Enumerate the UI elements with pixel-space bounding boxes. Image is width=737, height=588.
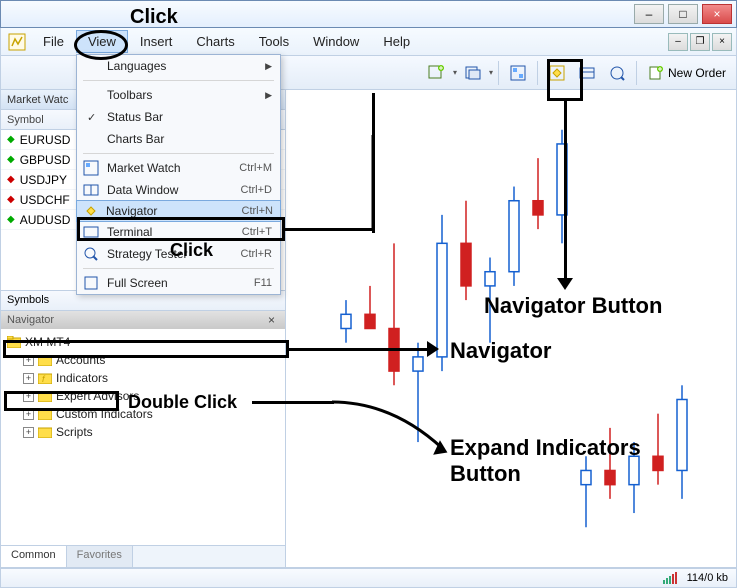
up-arrow-icon: ◆	[7, 134, 15, 145]
new-order-label: New Order	[668, 66, 726, 80]
menu-window[interactable]: Window	[301, 30, 371, 53]
navigator-accounts[interactable]: + Accounts	[3, 351, 283, 369]
down-arrow-icon: ◆	[7, 194, 15, 205]
navigator-tab-common[interactable]: Common	[1, 545, 67, 567]
navigator-root[interactable]: XM MT4	[3, 333, 283, 351]
toolbar-navigator-button[interactable]	[543, 60, 571, 86]
menu-status-bar[interactable]: ✓ Status Bar	[77, 106, 280, 128]
menu-help[interactable]: Help	[371, 30, 422, 53]
fullscreen-icon	[82, 274, 100, 292]
navigator-tab-favorites[interactable]: Favorites	[67, 546, 133, 567]
strategy-icon	[82, 245, 100, 263]
up-arrow-icon: ◆	[7, 214, 15, 225]
data-window-icon	[82, 181, 100, 199]
up-arrow-icon: ◆	[7, 154, 15, 165]
navigator-scripts[interactable]: + Scripts	[3, 423, 283, 441]
toolbar-new-order-button[interactable]: New Order	[642, 60, 732, 86]
market-watch-icon	[82, 159, 100, 177]
mt4-app-icon	[7, 32, 27, 52]
menu-toolbars[interactable]: Toolbars▶	[77, 84, 280, 106]
toolbar-market-watch-button[interactable]	[504, 60, 532, 86]
toolbar-profiles-button[interactable]	[459, 60, 487, 86]
menu-full-screen[interactable]: Full ScreenF11	[77, 272, 280, 294]
menu-terminal[interactable]: TerminalCtrl+T	[77, 221, 280, 243]
status-bar: 114/0 kb	[0, 568, 737, 588]
menu-data-window[interactable]: Data WindowCtrl+D	[77, 179, 280, 201]
navigator-indicators[interactable]: + f Indicators	[3, 369, 283, 387]
check-icon: ✓	[87, 111, 96, 124]
window-minimize-button[interactable]: –	[634, 4, 664, 24]
expand-icon[interactable]: +	[23, 391, 34, 402]
menu-charts-bar[interactable]: Charts Bar	[77, 128, 280, 150]
menu-file[interactable]: File	[31, 30, 76, 53]
menu-navigator[interactable]: NavigatorCtrl+N	[76, 200, 281, 222]
navigator-expert-advisors[interactable]: + Expert Advisors	[3, 387, 283, 405]
menu-strategy-tester[interactable]: Strategy TesterCtrl+R	[77, 243, 280, 265]
menu-tools[interactable]: Tools	[247, 30, 301, 53]
doc-restore-button[interactable]: ❐	[690, 33, 710, 51]
expand-indicators-button[interactable]: +	[23, 373, 34, 384]
connection-bars-icon	[663, 572, 677, 584]
expand-icon[interactable]: +	[23, 409, 34, 420]
terminal-icon	[82, 223, 100, 241]
navigator-panel: Navigator × XM MT4 + Accounts + f Indica…	[1, 311, 285, 567]
window-maximize-button[interactable]: □	[668, 4, 698, 24]
doc-min-button[interactable]: –	[668, 33, 688, 51]
menu-insert[interactable]: Insert	[128, 30, 185, 53]
navigator-custom-indicators[interactable]: + Custom Indicators	[3, 405, 283, 423]
navigator-icon	[82, 202, 100, 220]
menu-charts[interactable]: Charts	[184, 30, 246, 53]
menu-view[interactable]: View	[76, 30, 128, 53]
toolbar-new-chart-button[interactable]	[423, 60, 451, 86]
toolbar-strategy-button[interactable]	[603, 60, 631, 86]
navigator-title: Navigator	[7, 314, 54, 326]
expand-icon[interactable]: +	[23, 427, 34, 438]
chart-area[interactable]	[286, 90, 736, 567]
navigator-close-button[interactable]: ×	[264, 313, 279, 327]
expand-icon[interactable]: +	[23, 355, 34, 366]
down-arrow-icon: ◆	[7, 174, 15, 185]
menu-languages[interactable]: Languages▶	[77, 55, 280, 77]
window-close-button[interactable]: ×	[702, 4, 732, 24]
title-bar: – □ ×	[0, 0, 737, 28]
menu-bar: File View Insert Charts Tools Window Hel…	[0, 28, 737, 56]
doc-close-button[interactable]: ×	[712, 33, 732, 51]
view-dropdown-menu: Languages▶ Toolbars▶ ✓ Status Bar Charts…	[76, 54, 281, 295]
status-connection: 114/0 kb	[687, 572, 728, 584]
toolbar-terminal-button[interactable]	[573, 60, 601, 86]
menu-market-watch[interactable]: Market WatchCtrl+M	[77, 157, 280, 179]
